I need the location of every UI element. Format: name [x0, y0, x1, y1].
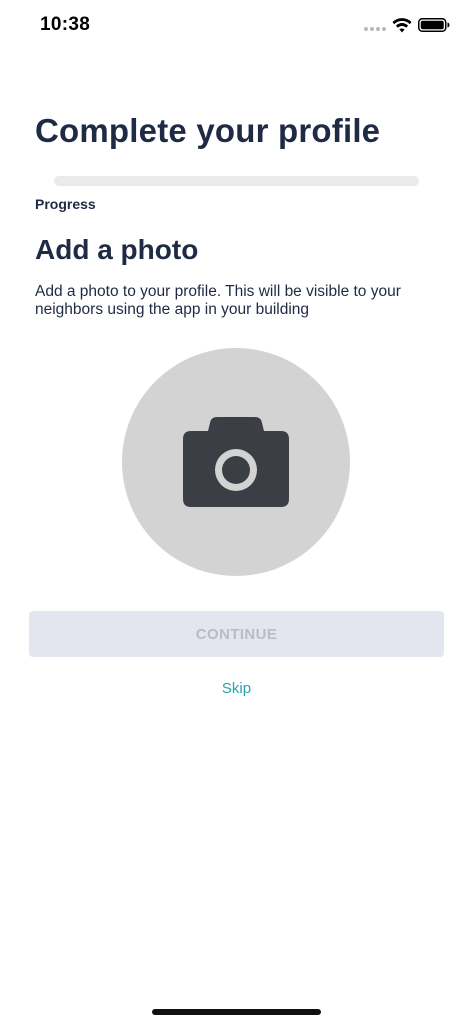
battery-icon	[418, 18, 450, 32]
wifi-icon	[392, 18, 412, 33]
status-bar: 10:38	[0, 0, 473, 52]
progress-bar	[54, 176, 419, 186]
add-photo-button[interactable]	[122, 348, 350, 576]
page-title: Complete your profile	[35, 112, 381, 149]
camera-icon	[183, 417, 289, 507]
section-title: Add a photo	[35, 234, 199, 265]
progress-label: Progress	[35, 196, 96, 212]
cellular-dots-icon	[364, 27, 386, 31]
status-time: 10:38	[40, 14, 91, 35]
section-description: Add a photo to your profile. This will b…	[35, 283, 401, 318]
home-indicator[interactable]	[152, 1009, 321, 1015]
continue-button[interactable]: CONTINUE	[29, 611, 444, 657]
skip-link[interactable]: Skip	[0, 680, 473, 697]
